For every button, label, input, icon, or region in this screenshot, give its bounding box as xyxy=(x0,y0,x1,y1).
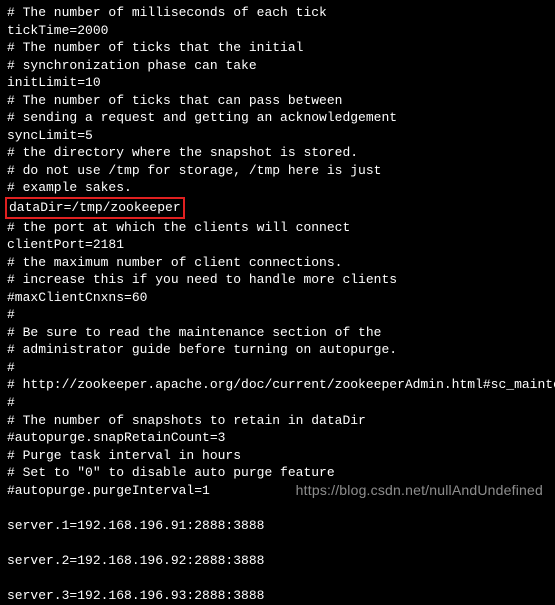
config-line: # sending a request and getting an ackno… xyxy=(0,109,555,127)
config-line: # Be sure to read the maintenance sectio… xyxy=(0,324,555,342)
config-line: # The number of milliseconds of each tic… xyxy=(0,4,555,22)
config-line: # example sakes. xyxy=(0,179,555,197)
watermark-text: https://blog.csdn.net/nullAndUndefined xyxy=(296,481,543,500)
config-line: # xyxy=(0,306,555,324)
config-line: # Purge task interval in hours xyxy=(0,447,555,465)
highlighted-config-line: dataDir=/tmp/zookeeper xyxy=(5,197,185,219)
terminal-output: # The number of milliseconds of each tic… xyxy=(0,4,555,605)
config-line: # do not use /tmp for storage, /tmp here… xyxy=(0,162,555,180)
config-line: # The number of snapshots to retain in d… xyxy=(0,412,555,430)
config-line: # the maximum number of client connectio… xyxy=(0,254,555,272)
config-line: dataDir=/tmp/zookeeper xyxy=(0,197,555,219)
config-line: server.3=192.168.196.93:2888:3888 xyxy=(0,587,555,605)
config-line: # administrator guide before turning on … xyxy=(0,341,555,359)
config-line: server.2=192.168.196.92:2888:3888 xyxy=(0,552,555,570)
config-line: # http://zookeeper.apache.org/doc/curren… xyxy=(0,376,555,394)
config-line: # xyxy=(0,394,555,412)
config-line: syncLimit=5 xyxy=(0,127,555,145)
config-line: # increase this if you need to handle mo… xyxy=(0,271,555,289)
config-line: # synchronization phase can take xyxy=(0,57,555,75)
config-line: # Set to "0" to disable auto purge featu… xyxy=(0,464,555,482)
config-line: #maxClientCnxns=60 xyxy=(0,289,555,307)
config-line: # the port at which the clients will con… xyxy=(0,219,555,237)
config-line xyxy=(0,534,555,552)
config-line: server.1=192.168.196.91:2888:3888 xyxy=(0,517,555,535)
config-line: # The number of ticks that can pass betw… xyxy=(0,92,555,110)
config-line: tickTime=2000 xyxy=(0,22,555,40)
config-line: # the directory where the snapshot is st… xyxy=(0,144,555,162)
config-line: clientPort=2181 xyxy=(0,236,555,254)
config-line: # The number of ticks that the initial xyxy=(0,39,555,57)
config-line xyxy=(0,499,555,517)
config-line: initLimit=10 xyxy=(0,74,555,92)
config-line: #autopurge.snapRetainCount=3 xyxy=(0,429,555,447)
config-line: # xyxy=(0,359,555,377)
config-line xyxy=(0,570,555,588)
